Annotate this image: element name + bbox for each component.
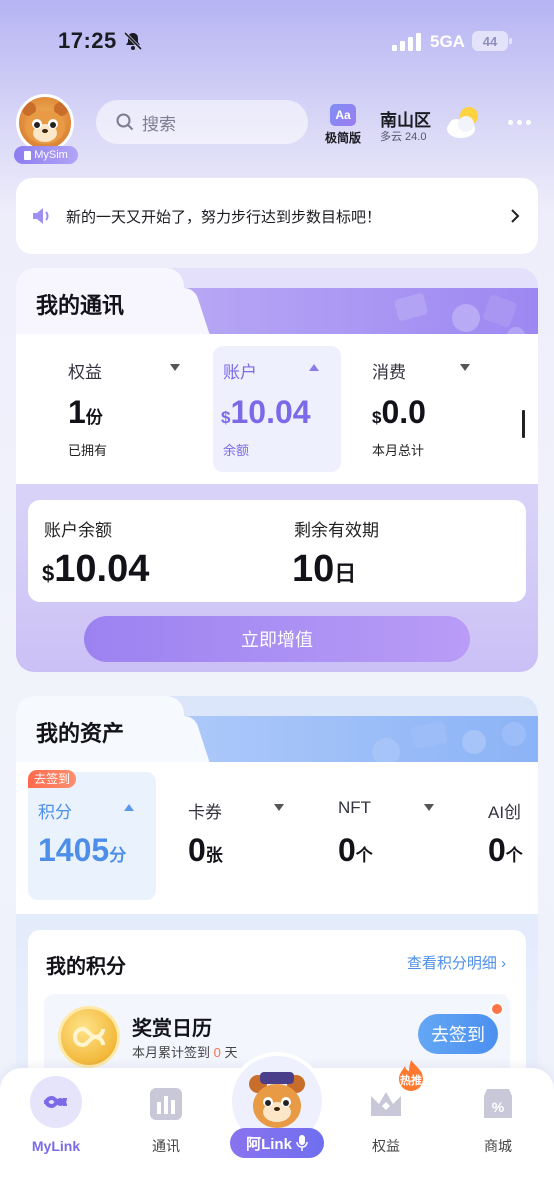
avatar-tag: MySim: [14, 146, 78, 164]
asset-label: 积分: [38, 803, 72, 822]
battery-icon: 44: [472, 31, 512, 51]
caret-up-icon: [309, 364, 319, 371]
topup-button[interactable]: 立即增值: [84, 616, 470, 662]
notice-bar[interactable]: 新的一天又开始了，努力步行达到步数目标吧！: [16, 178, 538, 254]
nav-mylink[interactable]: MyLink: [6, 1068, 106, 1168]
validity-value: 10日: [292, 548, 357, 590]
more-menu-icon[interactable]: [508, 120, 531, 125]
notification-dot: [490, 1002, 504, 1016]
asset-label: AI创: [488, 803, 522, 822]
points-title: 我的积分: [46, 956, 126, 978]
caret-down-icon: [170, 364, 180, 371]
partly-cloudy-icon: [447, 107, 478, 138]
asset-value: 0个: [488, 832, 523, 868]
asset-value: 1405分: [38, 832, 127, 868]
speaker-icon: [33, 208, 49, 224]
sim-card-icon: [24, 150, 32, 160]
points-detail-link[interactable]: 查看积分明细 ›: [407, 952, 506, 973]
stat-benefits[interactable]: 权益 1份 已拥有: [52, 334, 180, 462]
simple-mode-label: 极简版: [324, 131, 361, 145]
asset-ai[interactable]: AI创 0个: [478, 772, 538, 900]
nav-shop[interactable]: % 商城: [448, 1068, 548, 1168]
microphone-icon: [296, 1135, 308, 1151]
avatar[interactable]: [16, 94, 74, 152]
sim-card-icon: [144, 1082, 188, 1126]
stat-label: 账户: [223, 363, 257, 382]
hot-label: 热推: [400, 1075, 422, 1087]
caret-down-icon: [424, 804, 434, 811]
simple-mode-button[interactable]: Aa 极简版: [320, 104, 366, 146]
coin-icon: [58, 1006, 120, 1068]
balance-value: $10.04: [42, 548, 150, 590]
search-icon: [116, 113, 134, 131]
stat-value: $10.04: [221, 394, 311, 430]
nav-label: 权益: [372, 1138, 400, 1154]
asset-stats: 去签到 积分 1405分 卡券 0张 NFT 0个 AI创 0个: [16, 762, 538, 914]
asset-title: 我的资产: [36, 721, 125, 746]
checkin-button[interactable]: 去签到: [418, 1014, 498, 1054]
validity-label: 剩余有效期: [294, 521, 379, 540]
signal-icon: [392, 33, 421, 51]
weather-text: 多云 24.0: [380, 131, 427, 143]
balance-panel: 账户余额 $10.04 剩余有效期 10日: [28, 500, 526, 602]
communication-card: 我的通讯 权益 1份 已拥有 账户 $10.04 余额 消费 $0.0 本月总计…: [16, 268, 538, 672]
asset-coupons[interactable]: 卡券 0张: [178, 772, 306, 900]
status-time: 17:25: [58, 28, 117, 53]
svg-text:%: %: [492, 1099, 505, 1115]
network-type: 5GA: [430, 32, 465, 51]
stat-value: 1份: [68, 394, 103, 430]
calendar-title: 奖赏日历: [132, 1018, 212, 1040]
alink-voice-button[interactable]: 阿Link: [230, 1128, 324, 1158]
mute-bell-icon: [123, 31, 143, 51]
stat-spending[interactable]: 消费 $0.0 本月总计: [356, 334, 484, 462]
stat-sub: 本月总计: [372, 443, 425, 458]
nav-label: 商城: [484, 1138, 512, 1154]
chevron-right-icon: ›: [501, 955, 506, 972]
chevron-right-icon: [511, 209, 520, 223]
asset-value: 0张: [188, 832, 223, 868]
nav-label: 通讯: [152, 1138, 180, 1154]
balance-label: 账户余额: [44, 521, 112, 540]
communication-stats: 权益 1份 已拥有 账户 $10.04 余额 消费 $0.0 本月总计: [16, 334, 538, 484]
nav-label: MyLink: [31, 1138, 81, 1154]
mylink-icon: [30, 1076, 82, 1128]
scroll-hint: [522, 410, 525, 438]
stat-value: $0.0: [372, 394, 426, 430]
stat-label: 消费: [372, 363, 406, 382]
alink-label: 阿Link: [246, 1135, 292, 1153]
caret-down-icon: [460, 364, 470, 371]
hot-badge: 热推: [394, 1058, 428, 1092]
asset-label: 卡券: [188, 803, 222, 822]
nav-communication[interactable]: 通讯: [116, 1068, 216, 1168]
stat-label: 权益: [68, 363, 102, 382]
communication-title: 我的通讯: [36, 293, 125, 318]
points-detail-label: 查看积分明细: [406, 955, 497, 972]
infinity-icon: [73, 1026, 105, 1048]
checkin-badge[interactable]: 去签到: [28, 770, 77, 788]
caret-up-icon: [124, 804, 134, 811]
simple-mode-icon: Aa: [330, 104, 356, 126]
search-input[interactable]: 搜索: [96, 100, 308, 144]
stat-sub: 余额: [223, 443, 250, 458]
asset-value: 0个: [338, 832, 373, 868]
asset-nft[interactable]: NFT 0个: [328, 772, 456, 900]
bear-mascot-icon: [22, 102, 68, 144]
shop-icon: %: [476, 1082, 520, 1126]
search-placeholder: 搜索: [142, 114, 176, 134]
caret-down-icon: [274, 804, 284, 811]
asset-label: NFT: [338, 798, 372, 817]
calendar-subtitle: 本月累计签到 0 天: [132, 1045, 238, 1060]
notice-text: 新的一天又开始了，努力步行达到步数目标吧！: [66, 208, 382, 226]
stat-account[interactable]: 账户 $10.04 余额: [213, 346, 341, 472]
avatar-tag-label: MySim: [34, 149, 68, 161]
stat-sub: 已拥有: [68, 443, 108, 458]
bottom-nav: MyLink 通讯 阿Link 权益 热推 % 商城: [0, 1052, 554, 1200]
asset-points[interactable]: 积分 1405分: [28, 772, 156, 900]
